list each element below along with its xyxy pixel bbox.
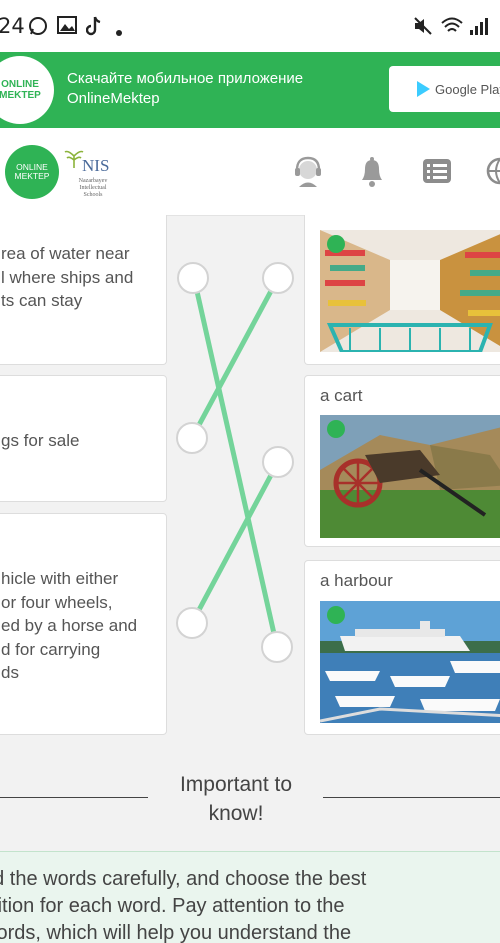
- definition-connector[interactable]: [177, 262, 209, 294]
- word-connector[interactable]: [262, 262, 294, 294]
- divider: [323, 797, 500, 798]
- divider: [0, 797, 148, 798]
- definition-connector[interactable]: [176, 422, 208, 454]
- connection-line: [189, 276, 281, 440]
- instructions-text: ad the words carefully, and choose the b…: [0, 868, 367, 943]
- definition-connector[interactable]: [176, 607, 208, 639]
- word-connector[interactable]: [261, 631, 293, 663]
- important-heading: Important to know!: [179, 773, 293, 825]
- word-connector[interactable]: [262, 446, 294, 478]
- instructions-box: ad the words carefully, and choose the b…: [0, 851, 500, 943]
